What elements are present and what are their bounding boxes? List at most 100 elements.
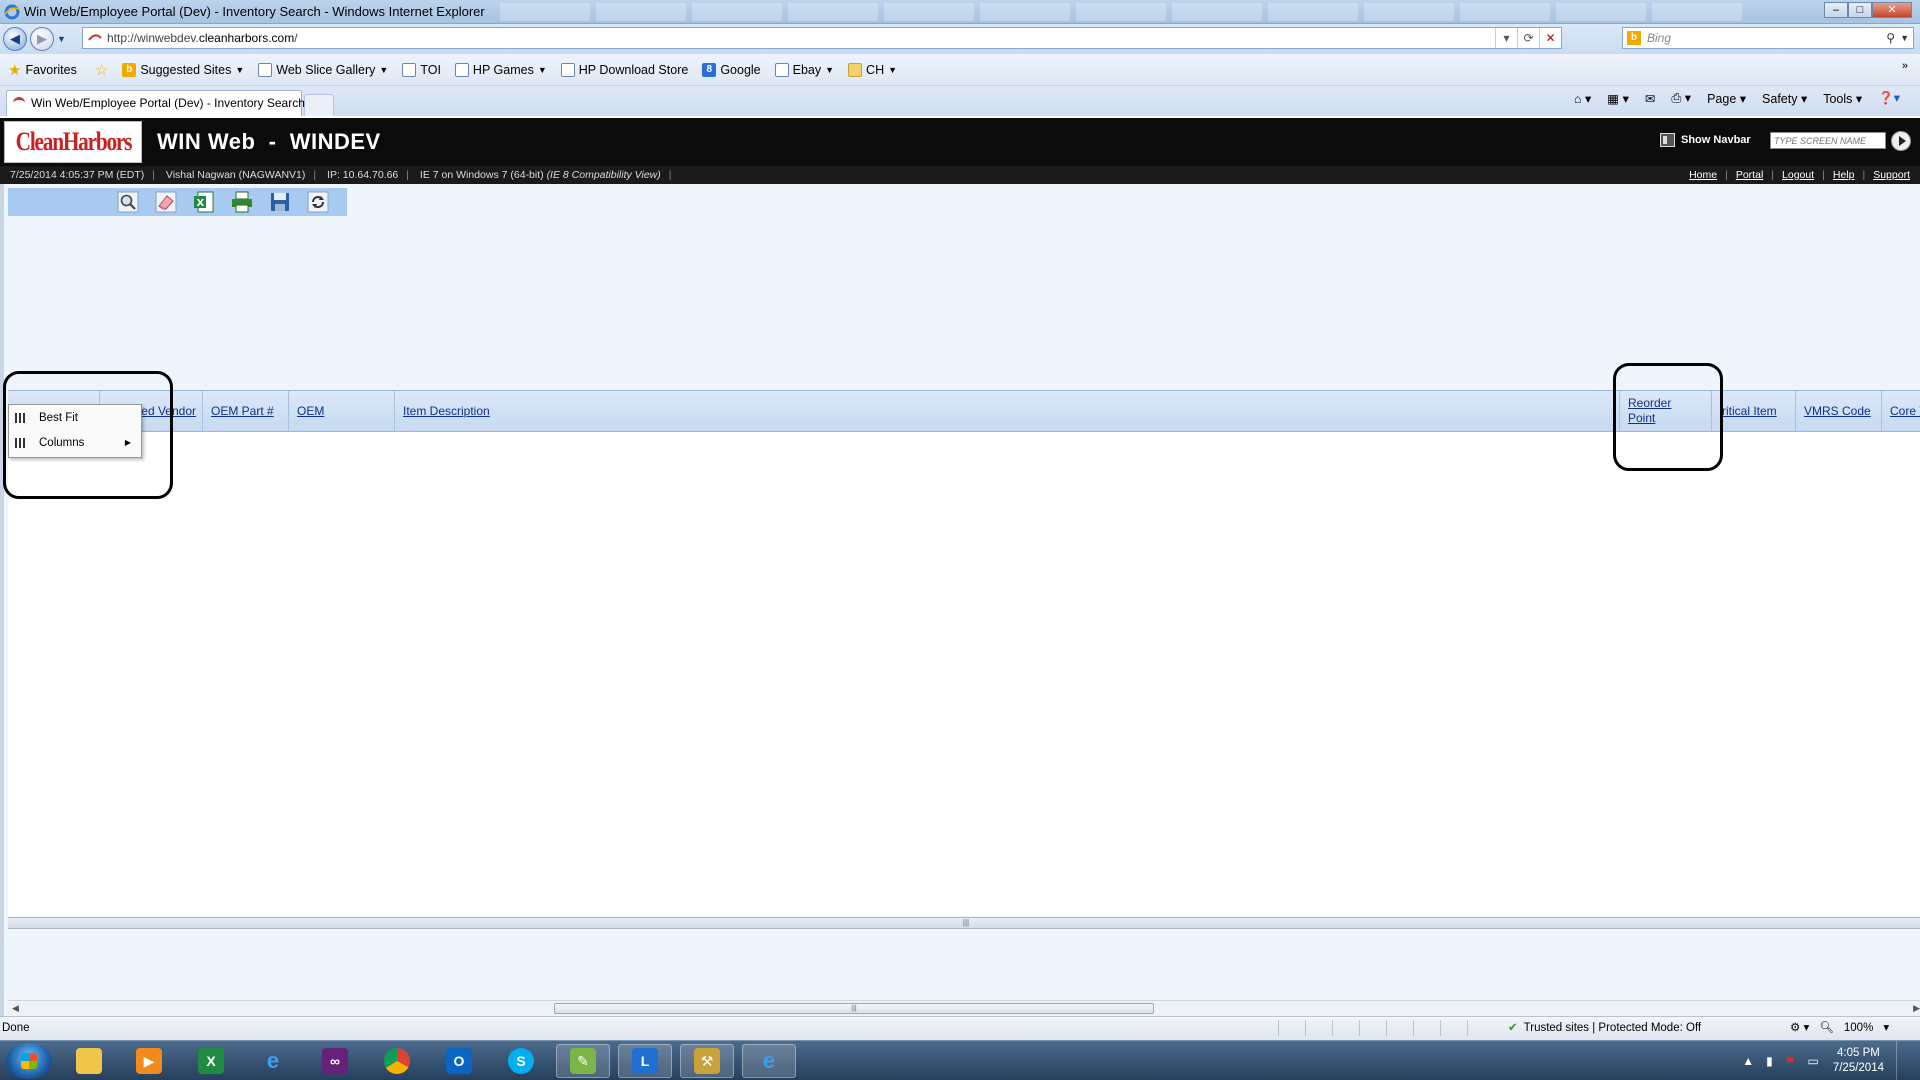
header-link-home[interactable]: Home — [1689, 166, 1717, 184]
taskbar-lync[interactable]: L — [618, 1044, 672, 1078]
new-tab-button[interactable] — [304, 94, 334, 116]
tools-menu[interactable]: Tools ▾ — [1823, 91, 1862, 106]
grid-column-critical-item[interactable]: ritical Item — [1712, 391, 1796, 431]
dropdown-caret-icon[interactable]: ▼ — [379, 65, 388, 75]
browser-tab-active[interactable]: Win Web/Employee Portal (Dev) - Inventor… — [6, 90, 305, 116]
zoom-icon: 🔍︎ — [1819, 1022, 1834, 1034]
header-link-logout[interactable]: Logout — [1782, 166, 1814, 184]
grid-column-vmrs-code[interactable]: VMRS Code — [1796, 391, 1882, 431]
dropdown-caret-icon[interactable]: ▼ — [888, 65, 897, 75]
tab-favicon-icon — [13, 97, 25, 109]
url-dropdown-icon[interactable]: ▾ — [1495, 28, 1517, 48]
history-dropdown-icon[interactable]: ▼ — [57, 34, 66, 44]
column-link-oem[interactable]: OEM — [297, 404, 324, 418]
minimize-button[interactable]: – — [1824, 2, 1848, 18]
taskbar-skype[interactable]: S — [494, 1044, 548, 1078]
grid-column-core[interactable]: Core V — [1882, 391, 1920, 431]
zoom-dropdown-icon[interactable]: ▾ — [1883, 1017, 1889, 1039]
column-link-vmrs-code[interactable]: VMRS Code — [1804, 404, 1871, 418]
show-navbar-button[interactable]: Show Navbar — [1660, 133, 1751, 147]
add-favorite-button[interactable]: ☆ — [95, 61, 108, 79]
search-button[interactable] — [116, 190, 140, 214]
favorites-overflow-icon[interactable]: » — [1902, 60, 1908, 72]
favorite-item[interactable]: Ebay ▼ — [774, 62, 834, 77]
taskbar-outlook[interactable]: O — [432, 1044, 486, 1078]
print-icon[interactable]: ⎙ ▾ — [1671, 90, 1691, 106]
taskbar-excel[interactable]: X — [184, 1044, 238, 1078]
safety-menu[interactable]: Safety ▾ — [1762, 91, 1807, 106]
favorites-button[interactable]: ★ Favorites — [8, 61, 77, 79]
header-link-help[interactable]: Help — [1833, 166, 1855, 184]
taskbar-visual-studio[interactable]: ∞ — [308, 1044, 362, 1078]
refresh-icon[interactable]: ⟳ — [1517, 28, 1539, 48]
clock-time: 4:05 PM — [1837, 1047, 1880, 1059]
column-link-core[interactable]: Core V — [1890, 404, 1920, 418]
favorite-item[interactable]: HP Download Store — [560, 62, 688, 77]
cleanharbors-logo[interactable]: CleanHarbors — [4, 121, 142, 163]
screen-name-input[interactable] — [1770, 132, 1886, 149]
export-excel-button[interactable]: X — [192, 190, 216, 214]
search-icon[interactable]: ⚲ — [1886, 28, 1895, 48]
pane-splitter[interactable]: ||| — [8, 917, 1920, 929]
favorite-item[interactable]: Web Slice Gallery ▼ — [258, 62, 388, 77]
grid-column-oem[interactable]: OEM — [289, 391, 395, 431]
bing-icon: b — [1627, 31, 1641, 45]
mail-icon[interactable]: ✉ — [1645, 91, 1655, 106]
favorite-item[interactable]: HP Games ▼ — [454, 62, 547, 77]
maximize-button[interactable]: □ — [1848, 2, 1872, 18]
folder-icon — [848, 62, 863, 77]
show-desktop-button[interactable] — [1896, 1041, 1908, 1080]
dropdown-caret-icon[interactable]: ▼ — [825, 65, 834, 75]
taskbar-explorer[interactable] — [62, 1044, 116, 1078]
clear-button[interactable] — [154, 190, 178, 214]
column-link-item-description[interactable]: Item Description — [403, 404, 490, 418]
taskbar-project[interactable]: ✎ — [556, 1044, 610, 1078]
search-box[interactable]: b Bing ⚲ ▼ — [1622, 27, 1914, 49]
go-arrow-button[interactable] — [1891, 131, 1911, 151]
taskbar-ie[interactable]: e — [246, 1044, 300, 1078]
grid-column-oem-part[interactable]: OEM Part # — [203, 391, 289, 431]
grid-column-item-description[interactable]: Item Description — [395, 391, 1620, 431]
horizontal-scrollbar[interactable]: ◀ ||| ▶ — [8, 1000, 1920, 1016]
tray-clock[interactable]: 4:05 PM 7/25/2014 — [1833, 1046, 1884, 1076]
security-zone[interactable]: ✔ Trusted sites | Protected Mode: Off — [1508, 1017, 1701, 1039]
zoom-control[interactable]: ⚙ ▾ 🔍︎ 100% ▾ — [1790, 1017, 1889, 1039]
dropdown-caret-icon[interactable]: ▼ — [538, 65, 547, 75]
page-menu[interactable]: Page ▾ — [1707, 91, 1746, 106]
url-field[interactable]: http://winwebdev.cleanharbors.com/ ▾ ⟳ ✕ — [82, 27, 1562, 49]
favorite-item[interactable]: CH ▼ — [848, 62, 897, 77]
print-grid-button[interactable] — [230, 190, 254, 214]
column-link-oem-part[interactable]: OEM Part # — [211, 404, 274, 418]
search-dropdown-icon[interactable]: ▼ — [1900, 28, 1909, 48]
favorite-item[interactable]: TOI — [402, 62, 441, 77]
network-icon[interactable]: ▮ — [1766, 1054, 1773, 1068]
scroll-right-icon[interactable]: ▶ — [1913, 1003, 1920, 1014]
back-button[interactable]: ◀ — [3, 27, 27, 51]
refresh-button[interactable] — [306, 190, 330, 214]
home-icon[interactable]: ⌂ ▾ — [1574, 91, 1591, 106]
forward-button[interactable]: ▶ — [30, 27, 54, 51]
popup-blocker-icon[interactable]: ⚙ ▾ — [1790, 1017, 1809, 1039]
header-link-support[interactable]: Support — [1873, 166, 1910, 184]
tray-expand-icon[interactable]: ▲ — [1742, 1054, 1754, 1068]
help-icon[interactable]: ❓▾ — [1878, 90, 1900, 106]
taskbar-media-player[interactable]: ▶ — [122, 1044, 176, 1078]
header-link-portal[interactable]: Portal — [1736, 166, 1763, 184]
favorite-item[interactable]: 8 Google — [702, 62, 761, 77]
feeds-icon[interactable]: ▦ ▾ — [1607, 91, 1629, 106]
favorite-item[interactable]: b Suggested Sites ▼ — [122, 62, 244, 77]
close-window-button[interactable]: ✕ — [1872, 2, 1912, 18]
taskbar-tools[interactable]: ⚒ — [680, 1044, 734, 1078]
scroll-left-icon[interactable]: ◀ — [12, 1003, 19, 1014]
power-icon[interactable]: ▭ — [1807, 1054, 1818, 1068]
scrollbar-thumb[interactable]: ||| — [554, 1003, 1154, 1014]
column-link-critical-item[interactable]: ritical Item — [1722, 404, 1777, 418]
dropdown-caret-icon[interactable]: ▼ — [235, 65, 244, 75]
taskbar-ie-active[interactable]: e — [742, 1044, 796, 1078]
taskbar-chrome[interactable] — [370, 1044, 424, 1078]
action-center-flag-icon[interactable]: ⚑ — [1785, 1054, 1796, 1068]
start-button[interactable] — [6, 1043, 52, 1079]
stop-icon[interactable]: ✕ — [1539, 28, 1561, 48]
save-button[interactable] — [268, 190, 292, 214]
back-arrow-icon: ◀ — [10, 31, 20, 46]
